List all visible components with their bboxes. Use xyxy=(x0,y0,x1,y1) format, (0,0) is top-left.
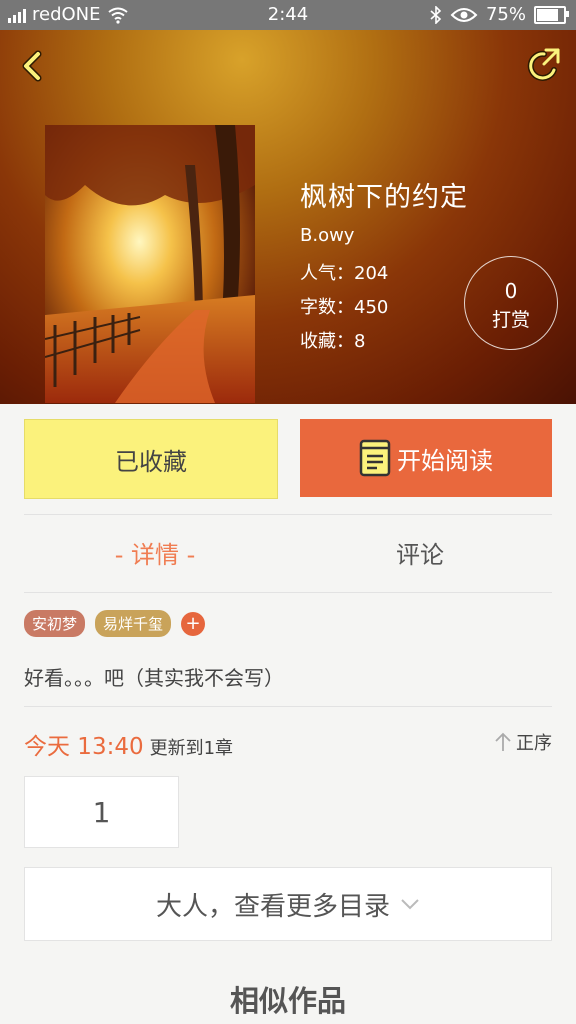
sort-order-button[interactable]: 正序 xyxy=(494,729,552,755)
update-text: 更新到1章 xyxy=(149,738,234,759)
favorited-button[interactable]: 已收藏 xyxy=(24,419,278,499)
more-catalog-label: 大人，查看更多目录 xyxy=(155,891,390,922)
more-catalog-button[interactable]: 大人，查看更多目录 xyxy=(24,867,552,941)
divider xyxy=(24,706,552,707)
book-title: 枫树下的约定 xyxy=(300,182,468,213)
tag-item[interactable]: 易烊千玺 xyxy=(95,610,172,637)
start-reading-button[interactable]: 开始阅读 xyxy=(300,419,552,497)
tip-button[interactable]: 0 打赏 xyxy=(464,256,558,350)
book-icon xyxy=(359,439,391,477)
chevron-down-icon xyxy=(401,899,419,910)
eye-icon xyxy=(450,7,478,22)
tag-list: 安初梦 易烊千玺 + xyxy=(24,610,206,637)
bluetooth-icon xyxy=(430,5,442,24)
tab-comment[interactable]: 评论 xyxy=(310,535,530,570)
tab-detail[interactable]: - 详情 - xyxy=(0,535,310,570)
status-bar: redONE 2:44 75% xyxy=(0,0,576,30)
book-word-count: 字数：450 xyxy=(300,297,389,318)
favorited-label: 已收藏 xyxy=(115,447,187,476)
chapter-number: 1 xyxy=(92,795,111,829)
add-tag-button[interactable]: + xyxy=(181,611,206,636)
book-author[interactable]: B.owy xyxy=(300,225,354,246)
tip-label: 打赏 xyxy=(491,309,530,331)
battery-percent: 75% xyxy=(485,4,526,25)
battery-icon xyxy=(534,5,569,24)
divider xyxy=(24,592,552,593)
update-time: 今天 13:40 xyxy=(24,734,144,760)
arrow-up-icon xyxy=(495,732,511,751)
book-cover-image xyxy=(45,125,255,403)
share-icon[interactable] xyxy=(524,46,564,86)
update-info: 今天 13:40 更新到1章 xyxy=(24,727,233,761)
chapter-item[interactable]: 1 xyxy=(24,776,179,848)
back-arrow-icon[interactable] xyxy=(14,46,54,86)
tag-item[interactable]: 安初梦 xyxy=(24,610,86,637)
similar-works-heading: 相似作品 xyxy=(229,984,346,1018)
book-description: 好看。。。吧（其实我不会写） xyxy=(24,666,284,690)
book-header: 枫树下的约定 B.owy 人气：204 字数：450 收藏：8 0 打赏 xyxy=(0,30,576,404)
start-reading-label: 开始阅读 xyxy=(397,446,493,475)
divider xyxy=(24,514,552,515)
tip-count: 0 xyxy=(504,279,518,303)
book-popularity: 人气：204 xyxy=(300,263,389,284)
sort-order-label: 正序 xyxy=(516,733,552,754)
book-favorites: 收藏：8 xyxy=(300,331,366,352)
